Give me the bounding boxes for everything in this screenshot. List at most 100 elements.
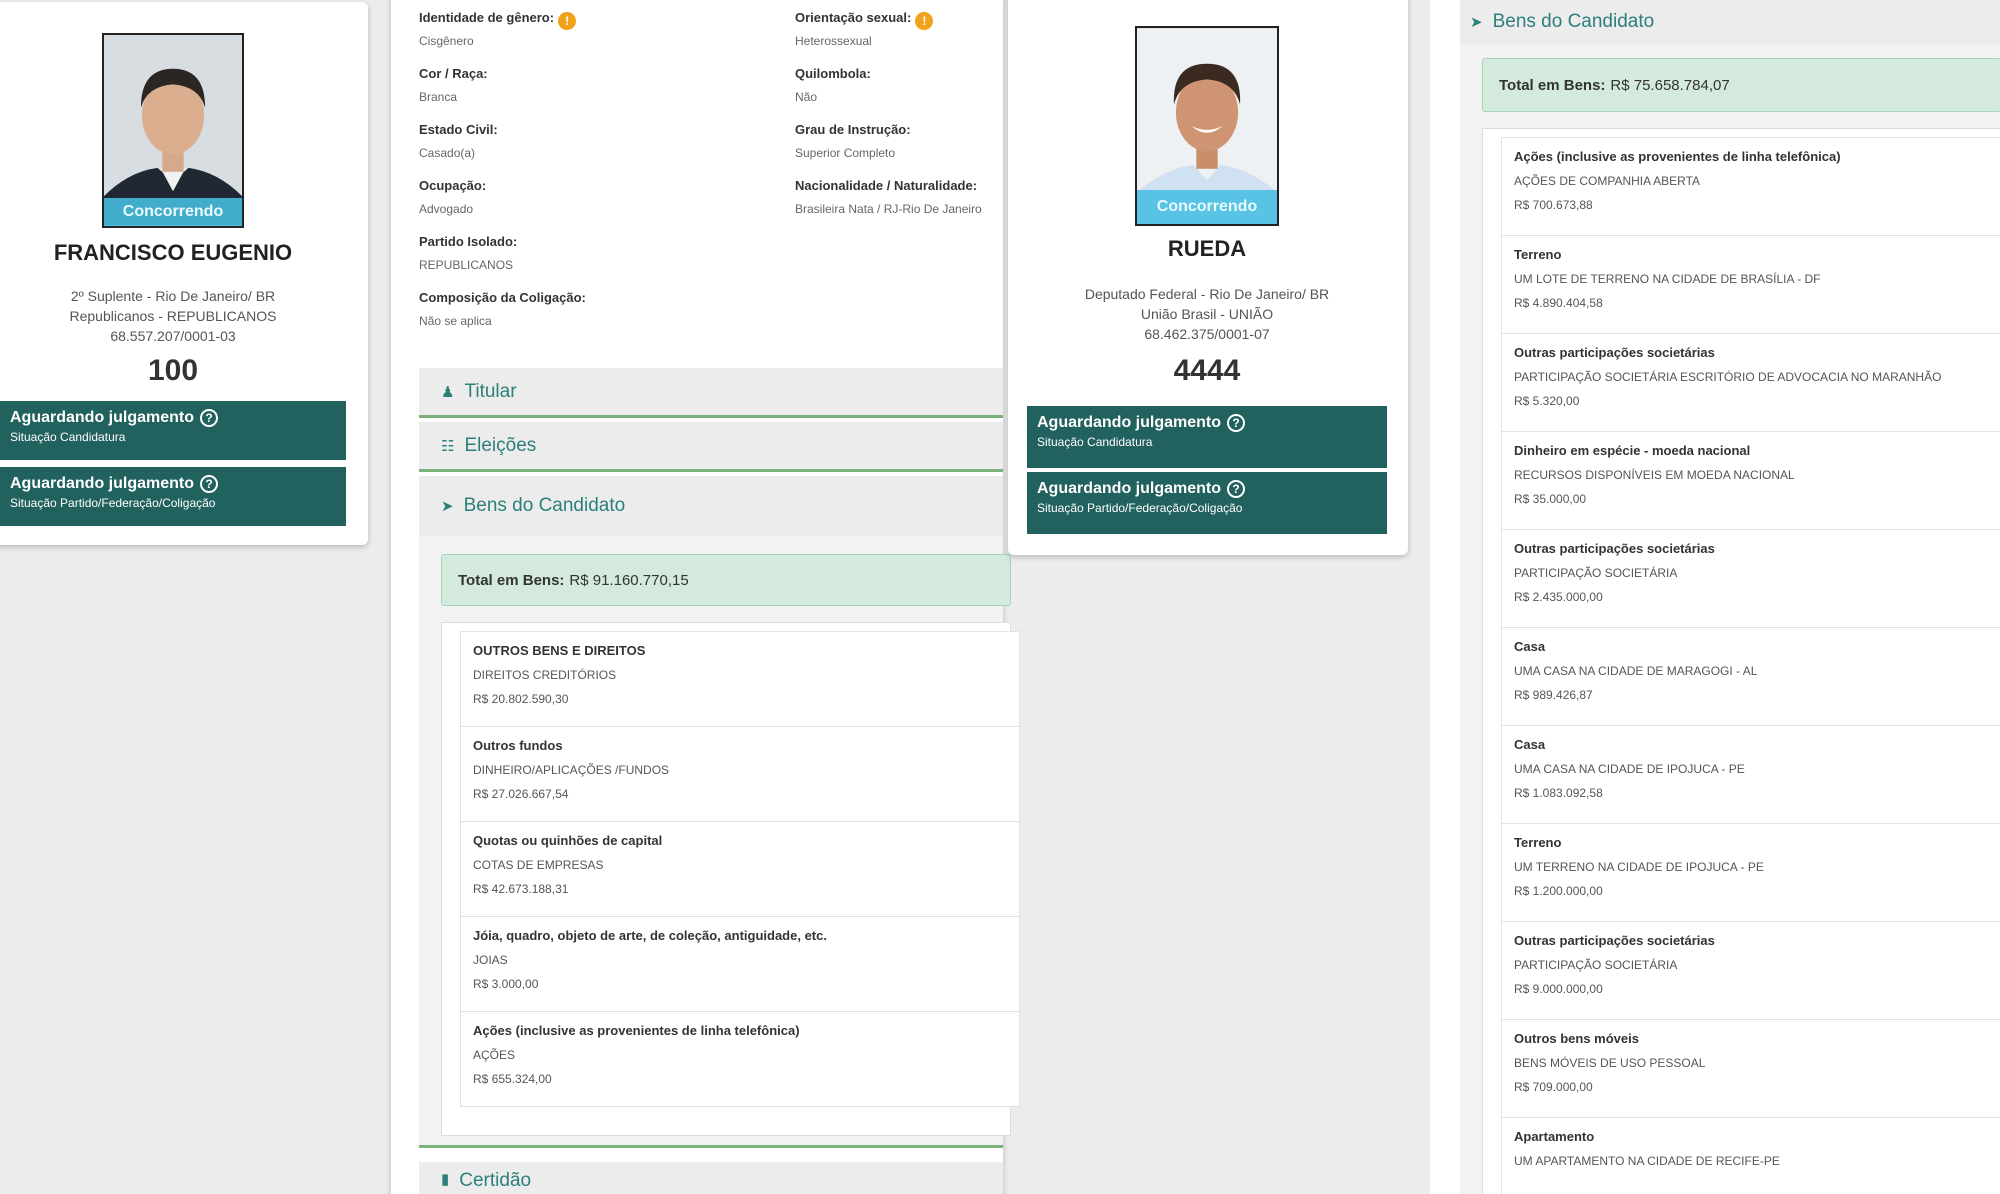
list-item: Outros bens móveis BENS MÓVEIS DE USO PE… [1501,1019,2000,1118]
asset-desc: UM TERRENO NA CIDADE DE IPOJUCA - PE [1514,860,1764,874]
asset-title: Outros bens móveis [1514,1031,1639,1046]
help-circle-icon[interactable]: ? [200,409,218,427]
bens-body: Total em Bens: R$ 91.160.770,15 OUTROS B… [419,536,1020,1148]
list-item: Apartamento UM APARTAMENTO NA CIDADE DE … [1501,1117,2000,1194]
total-bens-value: R$ 75.658.784,07 [1610,76,1730,94]
list-item: Casa UMA CASA NA CIDADE DE IPOJUCA - PE … [1501,725,2000,824]
warning-icon[interactable]: ! [558,12,577,30]
asset-desc: AÇÕES [473,1048,516,1062]
list-item: Quotas ou quinhões de capital COTAS DE E… [460,821,1020,917]
total-bens-label: Total em Bens: [458,571,565,589]
asset-title: Terreno [1514,247,1562,262]
list-item: Terreno UM TERRENO NA CIDADE DE IPOJUCA … [1501,823,2000,922]
list-item: Ações (inclusive as provenientes de linh… [460,1011,1020,1107]
field-value-civil: Casado(a) [419,146,476,160]
candidate-cnpj: 68.557.207/0001-03 [110,328,236,344]
tab-eleicoes[interactable]: ☷ Eleições [419,422,1003,472]
status-candidatura[interactable]: Aguardando julgamento? Situação Candidat… [1027,406,1387,468]
asset-desc: AÇÕES DE COMPANHIA ABERTA [1514,174,1701,188]
list-item: Outras participações societárias PARTICI… [1501,333,2000,432]
tab-bens[interactable]: ➤ Bens do Candidato [1460,0,2000,44]
status-title: Aguardando julgamento [10,409,194,426]
person-icon: ♟ [441,383,455,401]
list-item: Ações (inclusive as provenientes de linh… [1501,137,2000,236]
candidate-info: Deputado Federal - Rio De Janeiro/ BR Un… [1008,284,1406,344]
status-title: Aguardando julgamento [1037,414,1221,431]
tab-bens[interactable]: ➤ Bens do Candidato [419,476,1003,536]
list-item: Outras participações societárias PARTICI… [1501,529,2000,628]
tab-bens-label: Bens do Candidato [1492,11,1655,32]
total-bens-box: Total em Bens: R$ 75.658.784,07 [1482,58,2000,112]
field-value-orientation: Heterossexual [795,34,872,48]
list-item: Terreno UM LOTE DE TERRENO NA CIDADE DE … [1501,235,2000,334]
help-circle-icon[interactable]: ? [1227,414,1245,432]
status-subtitle: Situação Partido/Federação/Coligação [1037,501,1243,515]
status-title: Aguardando julgamento [10,475,194,492]
field-label-coalition: Composição da Coligação: [419,290,586,305]
field-value-race: Branca [419,90,458,104]
asset-title: Ações (inclusive as provenientes de linh… [473,1023,800,1038]
field-value-nationality: Brasileira Nata / RJ-Rio De Janeiro [795,202,982,216]
asset-value: R$ 42.673.188,31 [473,882,569,896]
status-partido[interactable]: Aguardando julgamento? Situação Partido/… [0,467,346,526]
asset-value: R$ 20.802.590,30 [473,692,569,706]
field-label-quilombola: Quilombola: [795,66,871,81]
candidate-number: 100 [147,354,199,387]
asset-desc: UMA CASA NA CIDADE DE IPOJUCA - PE [1514,762,1745,776]
rocket-icon: ➤ [1470,14,1483,31]
status-candidatura[interactable]: Aguardando julgamento? Situação Candidat… [0,401,346,460]
asset-value: R$ 35.000,00 [1514,492,1587,506]
bens-panel-rueda: ➤ Bens do Candidato Total em Bens: R$ 75… [1430,0,2000,1194]
help-circle-icon[interactable]: ? [1227,480,1245,498]
asset-value: R$ 3.000,00 [473,977,539,991]
total-bens-label: Total em Bens: [1499,76,1606,94]
asset-title: Jóia, quadro, objeto de arte, de coleção… [473,928,827,943]
tab-certidao[interactable]: ▮ Certidão [419,1162,1003,1194]
asset-desc: PARTICIPAÇÃO SOCIETÁRIA ESCRITÓRIO DE AD… [1514,370,1942,384]
field-label-occupation: Ocupação: [419,178,487,193]
asset-desc: UMA CASA NA CIDADE DE MARAGOGI - AL [1514,664,1758,678]
candidate-role: Deputado Federal - Rio De Janeiro/ BR [1084,286,1330,302]
asset-desc: RECURSOS DISPONÍVEIS EM MOEDA NACIONAL [1514,468,1795,482]
field-label-nationality: Nacionalidade / Naturalidade: [795,178,978,193]
details-panel: Identidade de gênero:! Cisgênero Cor / R… [391,0,1020,1194]
asset-desc: COTAS DE EMPRESAS [473,858,604,872]
field-value-education: Superior Completo [795,146,896,160]
asset-value: R$ 9.000.000,00 [1514,982,1603,996]
field-value-occupation: Advogado [419,202,474,216]
candidate-party: Republicanos - REPUBLICANOS [69,308,277,324]
warning-icon[interactable]: ! [915,12,934,30]
tab-titular[interactable]: ♟ Titular [419,368,1003,418]
asset-title: Casa [1514,737,1546,752]
field-label-orientation: Orientação sexual:! [795,10,934,30]
candidate-photo: Concorrendo [102,33,244,228]
asset-desc: DIREITOS CREDITÓRIOS [473,668,617,682]
asset-value: R$ 709.000,00 [1514,1080,1593,1094]
photo-status-badge: Concorrendo [1137,190,1277,224]
asset-value: R$ 1.200.000,00 [1514,884,1603,898]
tab-titular-label: Titular [464,380,517,402]
assets-list: OUTROS BENS E DIREITOS DIREITOS CREDITÓR… [441,622,1020,1136]
candidate-info: 2º Suplente - Rio De Janeiro/ BR Republi… [0,286,354,346]
tab-certidao-label: Certidão [459,1170,532,1191]
asset-value: R$ 655.324,00 [473,1072,552,1086]
status-partido[interactable]: Aguardando julgamento? Situação Partido/… [1027,472,1387,534]
tab-eleicoes-label: Eleições [464,434,537,456]
status-subtitle: Situação Partido/Federação/Coligação [10,496,216,510]
field-label-party: Partido Isolado: [419,234,518,249]
total-bens-box: Total em Bens: R$ 91.160.770,15 [441,554,1011,606]
asset-value: R$ 5.320,00 [1514,394,1580,408]
candidate-name: RUEDA [1167,236,1247,261]
candidate-card-francisco: Concorrendo FRANCISCO EUGENIO 2º Suplent… [0,2,368,545]
document-icon: ▮ [441,1171,450,1188]
asset-desc: PARTICIPAÇÃO SOCIETÁRIA [1514,566,1678,580]
asset-desc: UM LOTE DE TERRENO NA CIDADE DE BRASÍLIA… [1514,272,1821,286]
help-circle-icon[interactable]: ? [200,475,218,493]
list-item: Outros fundos DINHEIRO/APLICAÇÕES /FUNDO… [460,726,1020,822]
asset-title: Apartamento [1514,1129,1595,1144]
list-item: Outras participações societárias PARTICI… [1501,921,2000,1020]
status-title: Aguardando julgamento [1037,480,1221,497]
asset-title: Casa [1514,639,1546,654]
assets-list: Ações (inclusive as provenientes de linh… [1482,128,2000,1194]
candidate-cnpj: 68.462.375/0001-07 [1144,326,1270,342]
